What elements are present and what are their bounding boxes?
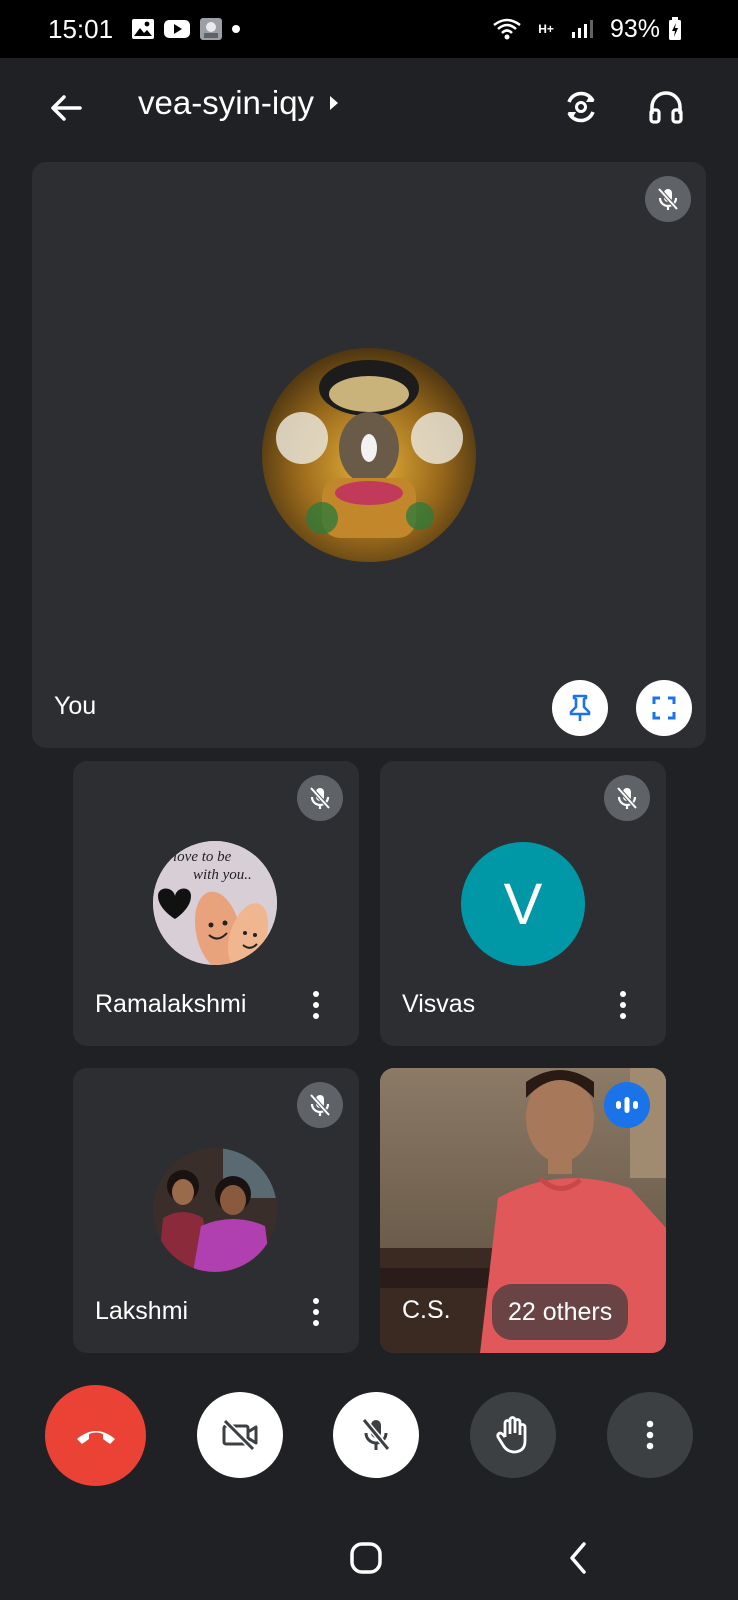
avatar-caption: love to be — [173, 849, 232, 865]
mic-off-icon — [309, 1093, 331, 1117]
meeting-title[interactable]: vea-syin-iqy — [138, 84, 340, 122]
end-call-icon — [76, 1430, 115, 1444]
image-icon — [131, 18, 155, 40]
camera-toggle-button[interactable] — [197, 1392, 283, 1478]
system-back-button[interactable] — [558, 1538, 598, 1578]
mic-off-icon — [361, 1418, 391, 1451]
avatar-initial: V — [503, 871, 543, 937]
muted-badge — [297, 775, 343, 821]
mic-off-icon — [657, 187, 679, 211]
participant-avatar — [153, 1148, 277, 1272]
audio-output-button[interactable] — [643, 84, 689, 130]
more-options-button[interactable] — [607, 1392, 693, 1478]
mic-toggle-button[interactable] — [333, 1392, 419, 1478]
back-arrow-icon — [51, 95, 82, 121]
signal-icon — [570, 18, 594, 40]
participant-avatar: love to be with you.. — [153, 841, 277, 965]
switch-camera-button[interactable] — [558, 84, 604, 130]
status-bar: 15:01 H+ 93% — [0, 0, 738, 58]
battery-percentage: 93% — [609, 14, 660, 43]
participant-tile[interactable]: V Visvas — [380, 761, 666, 1046]
app-bar: vea-syin-iqy — [0, 58, 738, 158]
participant-more-button[interactable] — [608, 985, 638, 1025]
mic-off-icon — [309, 786, 331, 810]
participant-name: Ramalakshmi — [95, 990, 247, 1018]
self-avatar — [262, 348, 476, 562]
call-controls — [0, 1370, 738, 1490]
avatar-caption-2: with you.. — [193, 867, 252, 883]
home-icon — [350, 1542, 382, 1574]
muted-badge — [604, 775, 650, 821]
others-count-badge[interactable]: 22 others — [492, 1284, 629, 1340]
status-time: 15:01 — [48, 13, 114, 44]
raise-hand-icon — [496, 1416, 527, 1454]
pin-button[interactable] — [552, 680, 608, 736]
participant-name: Visvas — [402, 990, 476, 1018]
mic-off-icon — [616, 786, 638, 810]
participant-name: Lakshmi — [95, 1297, 189, 1325]
battery-charging-icon — [668, 17, 682, 41]
end-call-button[interactable] — [45, 1385, 146, 1486]
participant-more-button[interactable] — [301, 985, 331, 1025]
headphones-icon — [649, 91, 683, 124]
self-video-tile[interactable]: You — [32, 162, 706, 748]
others-count-label: 22 others — [508, 1297, 613, 1326]
participant-avatar-initial: V — [461, 842, 585, 966]
speaking-indicator — [604, 1082, 650, 1128]
participant-tile[interactable]: Lakshmi — [73, 1068, 359, 1353]
participant-name: C.S. — [402, 1296, 451, 1324]
back-button[interactable] — [44, 86, 88, 130]
home-button[interactable] — [346, 1538, 386, 1578]
wifi-icon — [492, 17, 522, 41]
switch-camera-icon — [567, 91, 595, 123]
fullscreen-icon — [652, 696, 676, 720]
meeting-code: vea-syin-iqy — [138, 84, 315, 121]
pin-icon — [569, 694, 591, 721]
self-name-label: You — [54, 692, 97, 720]
youtube-icon — [163, 18, 191, 40]
camera-off-icon — [222, 1418, 258, 1452]
app-thumbnail-icon — [199, 17, 223, 41]
system-nav-bar — [0, 1518, 738, 1600]
dot-icon — [231, 24, 241, 34]
audio-wave-icon — [616, 1097, 638, 1113]
participant-video-tile[interactable]: C.S. 22 others — [380, 1068, 666, 1353]
more-options-icon — [646, 1420, 654, 1450]
back-icon — [570, 1542, 586, 1574]
muted-badge — [297, 1082, 343, 1128]
fullscreen-button[interactable] — [636, 680, 692, 736]
chevron-right-icon — [330, 96, 339, 110]
network-type: H+ — [538, 22, 554, 36]
participant-more-button[interactable] — [301, 1292, 331, 1332]
raise-hand-button[interactable] — [470, 1392, 556, 1478]
participant-tile[interactable]: love to be with you.. Ramalakshmi — [73, 761, 359, 1046]
muted-badge — [645, 176, 691, 222]
